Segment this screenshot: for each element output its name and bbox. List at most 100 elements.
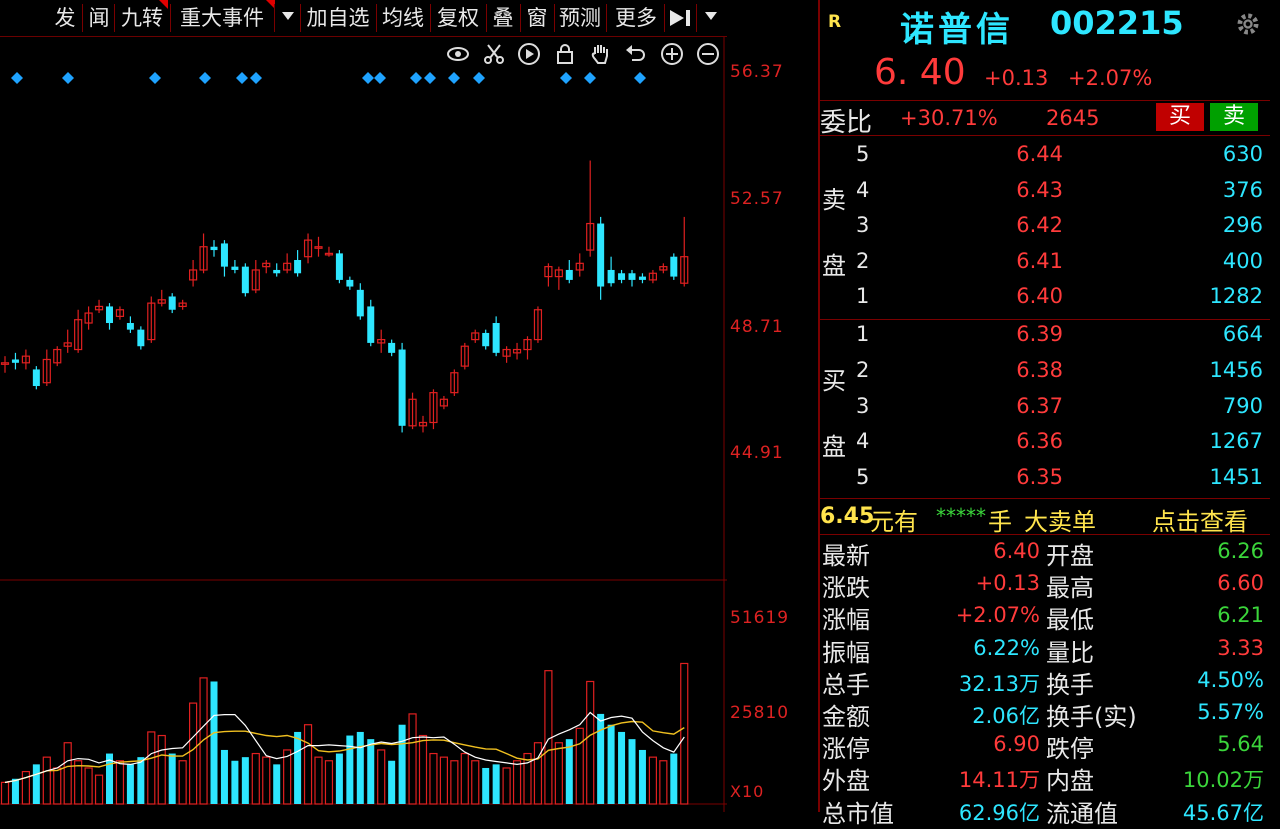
ask-volume: 400 — [1222, 248, 1263, 273]
stat-label: 最新 — [822, 542, 870, 570]
volume-bar-down — [607, 724, 615, 804]
price-tick: 52.57 — [730, 189, 784, 209]
bid-price: 6.38 — [1016, 357, 1063, 382]
candle-body-down — [638, 276, 646, 280]
volume-bar-down — [388, 760, 396, 804]
stat-label: 换手(实) — [1046, 703, 1137, 731]
toolbar-overlay[interactable]: 叠 — [488, 3, 518, 33]
volume-bar-up — [189, 702, 198, 805]
ask-price: 6.42 — [1016, 213, 1063, 237]
stat-value: 6.26 — [1217, 539, 1264, 563]
volume-bar-down — [597, 713, 605, 804]
volume-bar-down — [220, 749, 228, 804]
toolbar-news[interactable]: 闻 — [84, 3, 114, 33]
notice-view-link[interactable]: 点击查看 — [1152, 502, 1248, 537]
play-icon[interactable] — [517, 42, 541, 66]
event-marker-icon — [62, 72, 74, 84]
volume-bar-down — [335, 753, 343, 804]
kline-chart[interactable] — [0, 0, 727, 812]
event-marker-icon — [374, 72, 386, 84]
bid-volume: 1456 — [1209, 357, 1263, 382]
volume-bar-up — [42, 756, 51, 805]
candle-body-down — [346, 279, 354, 287]
buy-button[interactable]: 买 — [1156, 103, 1204, 131]
stat-value: 6.60 — [1217, 571, 1264, 596]
stat-value: 5.64 — [1217, 732, 1264, 757]
volume-bar-down — [210, 681, 218, 804]
stat-label: 跌停 — [1046, 735, 1094, 764]
volume-bar-down — [294, 731, 302, 804]
zoom-out-icon[interactable] — [696, 42, 720, 66]
candle-body-down — [137, 329, 145, 347]
zoom-in-icon[interactable] — [660, 42, 684, 66]
toolbar-forecast[interactable]: 预测 — [556, 3, 604, 33]
bid-level: 3 — [856, 393, 870, 418]
volume-bar-down — [231, 760, 239, 804]
stock-name: 诺普信 — [900, 10, 1014, 50]
volume-bar-down — [137, 757, 145, 804]
undo-icon[interactable] — [624, 42, 648, 66]
candle-body-down — [294, 260, 302, 274]
toolbar-window[interactable]: 窗 — [522, 3, 552, 33]
bid-side-label: 盘 — [822, 433, 846, 461]
toolbar-add-watchlist[interactable]: 加自选 — [302, 3, 374, 33]
volume-bar-up — [659, 760, 668, 805]
scissors-icon[interactable] — [482, 42, 506, 66]
volume-bar-up — [502, 767, 511, 805]
weibi-label: 委比 — [820, 108, 873, 138]
ask-side-label: 卖 — [822, 186, 846, 214]
candle-body-down — [398, 349, 406, 426]
event-marker-icon — [149, 72, 161, 84]
toolbar-more[interactable]: 更多 — [610, 3, 662, 33]
ask-level: 2 — [856, 248, 870, 273]
volume-bar-down — [618, 731, 626, 804]
candle-body-down — [241, 266, 249, 294]
ask-level: 3 — [856, 213, 870, 237]
candle-body-down — [126, 323, 134, 330]
candle-body-down — [565, 269, 573, 280]
event-marker-icon — [424, 72, 436, 84]
volume-bar-up — [586, 680, 595, 805]
volume-bar-up — [512, 760, 522, 805]
toolbar-major-events[interactable]: 重大事件 — [172, 3, 272, 33]
volume-bar-down — [398, 724, 406, 804]
stat-label: 外盘 — [822, 767, 870, 796]
stat-label: 涨幅 — [822, 606, 870, 635]
toolbar-ma[interactable]: 均线 — [378, 3, 428, 33]
candle-body-down — [32, 369, 40, 387]
volume-tick: 25810 — [730, 703, 790, 723]
toolbar-fa[interactable]: 发 — [48, 3, 82, 33]
dropdown-arrow-icon[interactable] — [282, 12, 294, 20]
weicha-value: 2645 — [1046, 106, 1100, 130]
eye-icon[interactable] — [446, 42, 470, 66]
stat-label: 最高 — [1046, 574, 1094, 603]
price-change-pct: +2.07% — [1068, 66, 1153, 90]
event-marker-icon — [410, 72, 422, 84]
dropdown-arrow-icon[interactable] — [705, 12, 717, 20]
event-marker-icon — [11, 72, 23, 84]
last-price: 6. 40 — [874, 52, 966, 93]
skip-end-icon[interactable] — [668, 8, 694, 28]
volume-bar-up — [439, 756, 448, 805]
event-marker-icon — [584, 72, 596, 84]
toolbar-adjust[interactable]: 复权 — [432, 3, 484, 33]
volume-bar-down — [628, 739, 636, 804]
volume-bar-down — [638, 749, 646, 804]
notice-unit: 元有 — [870, 508, 918, 536]
stat-label: 内盘 — [1046, 767, 1094, 796]
stat-value: 6.90 — [993, 732, 1040, 757]
event-marker-icon — [634, 72, 646, 84]
candle-body-down — [367, 306, 375, 343]
stat-value: 6.40 — [993, 539, 1040, 563]
sell-button[interactable]: 卖 — [1210, 103, 1258, 131]
volume-bar-down — [492, 764, 500, 804]
lock-icon[interactable] — [553, 42, 577, 66]
ask-price: 6.43 — [1016, 177, 1063, 202]
volume-bar-up — [262, 756, 271, 805]
ask-price: 6.44 — [1016, 142, 1063, 166]
hand-icon[interactable] — [588, 42, 612, 66]
gear-icon[interactable] — [1234, 10, 1262, 38]
volume-bar-down — [241, 757, 249, 804]
ask-price: 6.41 — [1016, 248, 1063, 273]
volume-bar-down — [482, 767, 490, 804]
